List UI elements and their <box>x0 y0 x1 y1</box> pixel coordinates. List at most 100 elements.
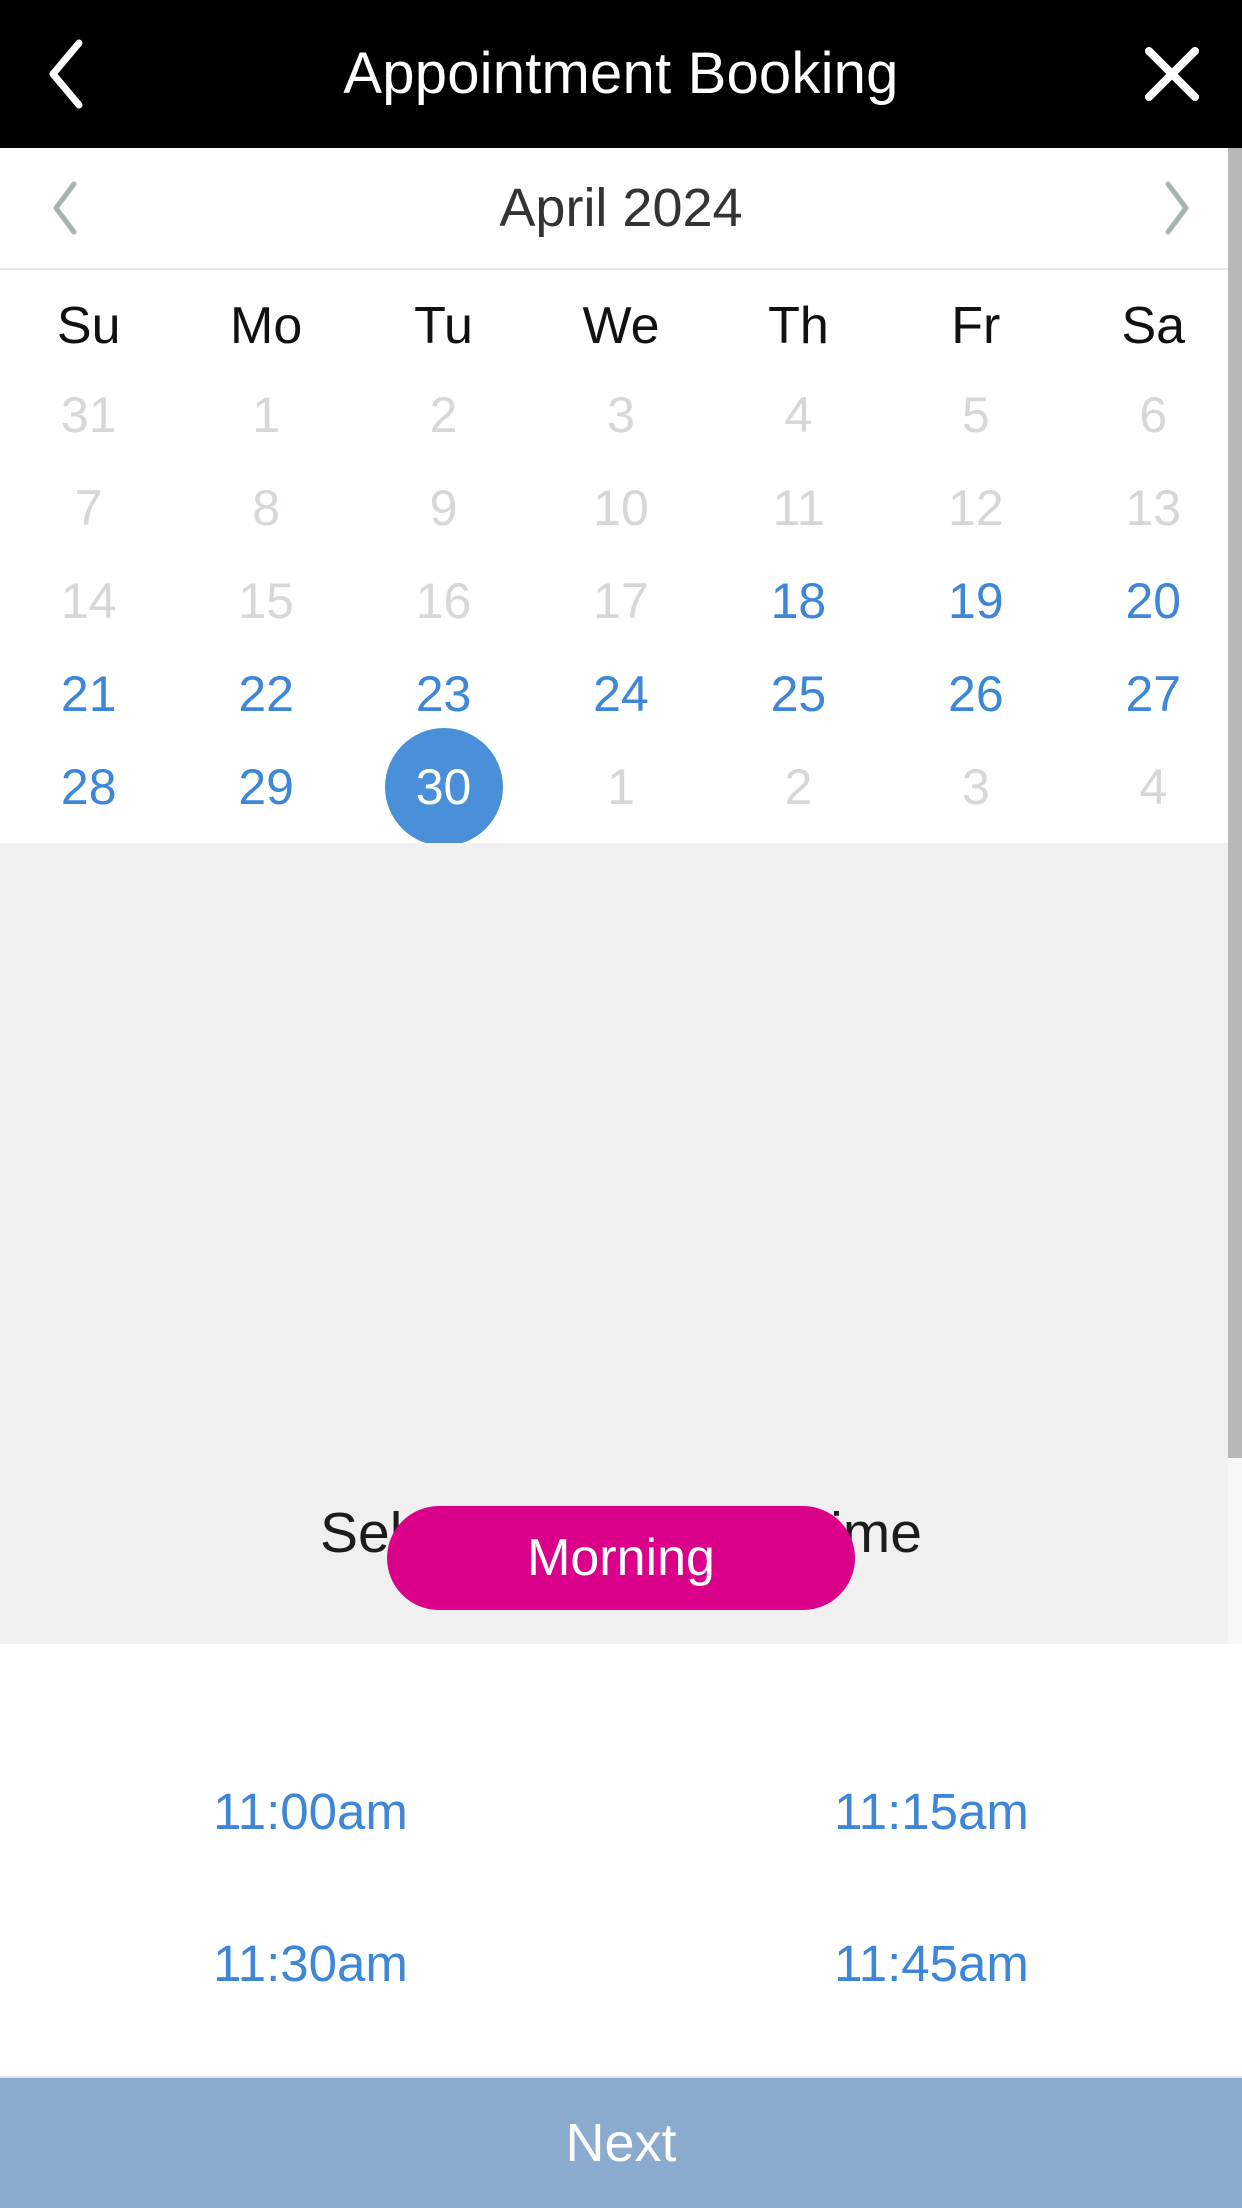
time-slot[interactable]: 11:45am <box>621 1888 1242 2040</box>
calendar-day-label: 1 <box>252 386 281 443</box>
back-button[interactable] <box>0 0 130 148</box>
calendar-day-disabled: 17 <box>532 554 709 647</box>
calendar-day-disabled: 14 <box>0 554 177 647</box>
calendar-day-label: 28 <box>60 758 117 815</box>
calendar-day-disabled: 13 <box>1065 461 1242 554</box>
calendar-day-label: 29 <box>238 758 294 815</box>
calendar-day-label: 11 <box>772 479 825 536</box>
weekday-label: Sa <box>1121 297 1186 355</box>
calendar-day-disabled: 12 <box>887 461 1064 554</box>
calendar-day-label: 14 <box>60 572 117 629</box>
calendar-day-available[interactable]: 26 <box>887 647 1064 740</box>
scrollbar-thumb[interactable] <box>1228 148 1242 1458</box>
calendar-day-label: 2 <box>429 386 458 443</box>
weekday-label: Th <box>768 297 829 355</box>
calendar-day-disabled: 2 <box>355 368 532 461</box>
calendar-weekday-header: Su Mo Tu We Th Fr Sa <box>0 270 1242 368</box>
calendar: April 2024 Su Mo Tu We Th Fr Sa 31 1 2 3 4 5 6 7 8 9 10 1… <box>0 148 1242 846</box>
calendar-day-label: 20 <box>1125 572 1182 629</box>
calendar-day-label: 17 <box>593 572 649 629</box>
calendar-day-disabled: 10 <box>532 461 709 554</box>
calendar-day-available[interactable]: 25 <box>710 647 887 740</box>
time-slot[interactable]: 11:15am <box>621 1736 1242 1888</box>
chevron-right-icon <box>1160 179 1194 237</box>
period-selector-row: Morning <box>0 1506 1242 1610</box>
calendar-day-label: 21 <box>60 665 117 722</box>
calendar-day-label: 18 <box>770 572 827 629</box>
calendar-day-disabled: 3 <box>532 368 709 461</box>
close-button[interactable] <box>1102 0 1242 148</box>
calendar-day-disabled: 15 <box>177 554 354 647</box>
calendar-day-disabled: 4 <box>710 368 887 461</box>
calendar-day-label: 12 <box>948 479 1004 536</box>
calendar-day-available[interactable]: 27 <box>1065 647 1242 740</box>
calendar-day-available[interactable]: 28 <box>0 740 177 833</box>
calendar-day-label: 31 <box>60 386 117 443</box>
app-header: Appointment Booking <box>0 0 1242 148</box>
weekday-label: Su <box>56 297 121 355</box>
calendar-day-label: 3 <box>607 386 635 443</box>
calendar-day-label: 5 <box>961 386 990 443</box>
calendar-day-grid[interactable]: 31 1 2 3 4 5 6 7 8 9 10 11 12 13 14 15 16 17 18 19 20 21 22 23 2… <box>0 368 1242 846</box>
calendar-day-label: 30 <box>384 727 503 846</box>
calendar-day-disabled: 5 <box>887 368 1064 461</box>
page-title: Appointment Booking <box>343 41 899 106</box>
calendar-day-label: 8 <box>252 479 281 536</box>
calendar-day-available[interactable]: 20 <box>1065 554 1242 647</box>
calendar-day-disabled: 8 <box>177 461 354 554</box>
next-button[interactable]: Next <box>0 2076 1242 2208</box>
calendar-day-disabled: 4 <box>1065 740 1242 833</box>
chevron-left-icon <box>48 179 82 237</box>
weekday-label: Tu <box>414 297 473 355</box>
calendar-day-label: 1 <box>607 758 635 815</box>
calendar-day-label: 22 <box>238 665 294 722</box>
calendar-day-available[interactable]: 19 <box>887 554 1064 647</box>
scroll-region[interactable]: April 2024 Su Mo Tu We Th Fr Sa 31 1 2 3 4 5 6 7 8 9 10 1… <box>0 148 1242 1644</box>
calendar-day-label: 15 <box>238 572 294 629</box>
calendar-day-available[interactable]: 29 <box>177 740 354 833</box>
calendar-day-label: 3 <box>961 758 990 815</box>
calendar-day-available[interactable]: 22 <box>177 647 354 740</box>
calendar-day-label: 19 <box>948 572 1004 629</box>
previous-month-button[interactable] <box>0 148 130 269</box>
calendar-day-label: 2 <box>784 758 813 815</box>
calendar-day-label: 25 <box>770 665 827 722</box>
weekday-label: We <box>582 297 660 355</box>
calendar-day-available[interactable]: 21 <box>0 647 177 740</box>
time-slot[interactable]: 11:30am <box>0 1888 621 2040</box>
calendar-day-available[interactable]: 18 <box>710 554 887 647</box>
calendar-day-label: 13 <box>1125 479 1182 536</box>
calendar-day-label: 10 <box>593 479 649 536</box>
appointment-booking-screen: Appointment Booking April 2024 Su Mo Tu … <box>0 0 1242 2208</box>
weekday-label: Fr <box>951 297 1001 355</box>
calendar-day-disabled: 6 <box>1065 368 1242 461</box>
calendar-day-disabled: 1 <box>532 740 709 833</box>
time-slot-list: 11:00am 11:15am 11:30am 11:45am <box>0 1644 1242 2076</box>
period-morning-button[interactable]: Morning <box>387 1506 855 1610</box>
chevron-left-icon <box>43 37 87 111</box>
calendar-day-disabled: 3 <box>887 740 1064 833</box>
calendar-month-label: April 2024 <box>499 178 743 238</box>
calendar-day-label: 23 <box>415 665 472 722</box>
next-month-button[interactable] <box>1112 148 1242 269</box>
calendar-day-disabled: 9 <box>355 461 532 554</box>
calendar-day-available[interactable]: 23 <box>355 647 532 740</box>
calendar-day-disabled: 11 <box>710 461 887 554</box>
calendar-header: April 2024 <box>0 148 1242 270</box>
calendar-day-label: 6 <box>1139 386 1168 443</box>
time-slot[interactable]: 11:00am <box>0 1736 621 1888</box>
calendar-day-selected[interactable]: 30 <box>355 727 532 846</box>
calendar-day-label: 16 <box>415 572 472 629</box>
weekday-label: Mo <box>230 297 303 355</box>
calendar-day-disabled: 16 <box>355 554 532 647</box>
calendar-day-disabled: 31 <box>0 368 177 461</box>
calendar-day-disabled: 2 <box>710 740 887 833</box>
calendar-day-available[interactable]: 24 <box>532 647 709 740</box>
calendar-day-label: 4 <box>784 386 813 443</box>
close-x-icon <box>1141 43 1203 105</box>
calendar-day-label: 27 <box>1125 665 1182 722</box>
calendar-day-disabled: 1 <box>177 368 354 461</box>
calendar-day-disabled: 7 <box>0 461 177 554</box>
calendar-day-label: 24 <box>593 665 649 722</box>
calendar-day-label: 7 <box>74 479 103 536</box>
